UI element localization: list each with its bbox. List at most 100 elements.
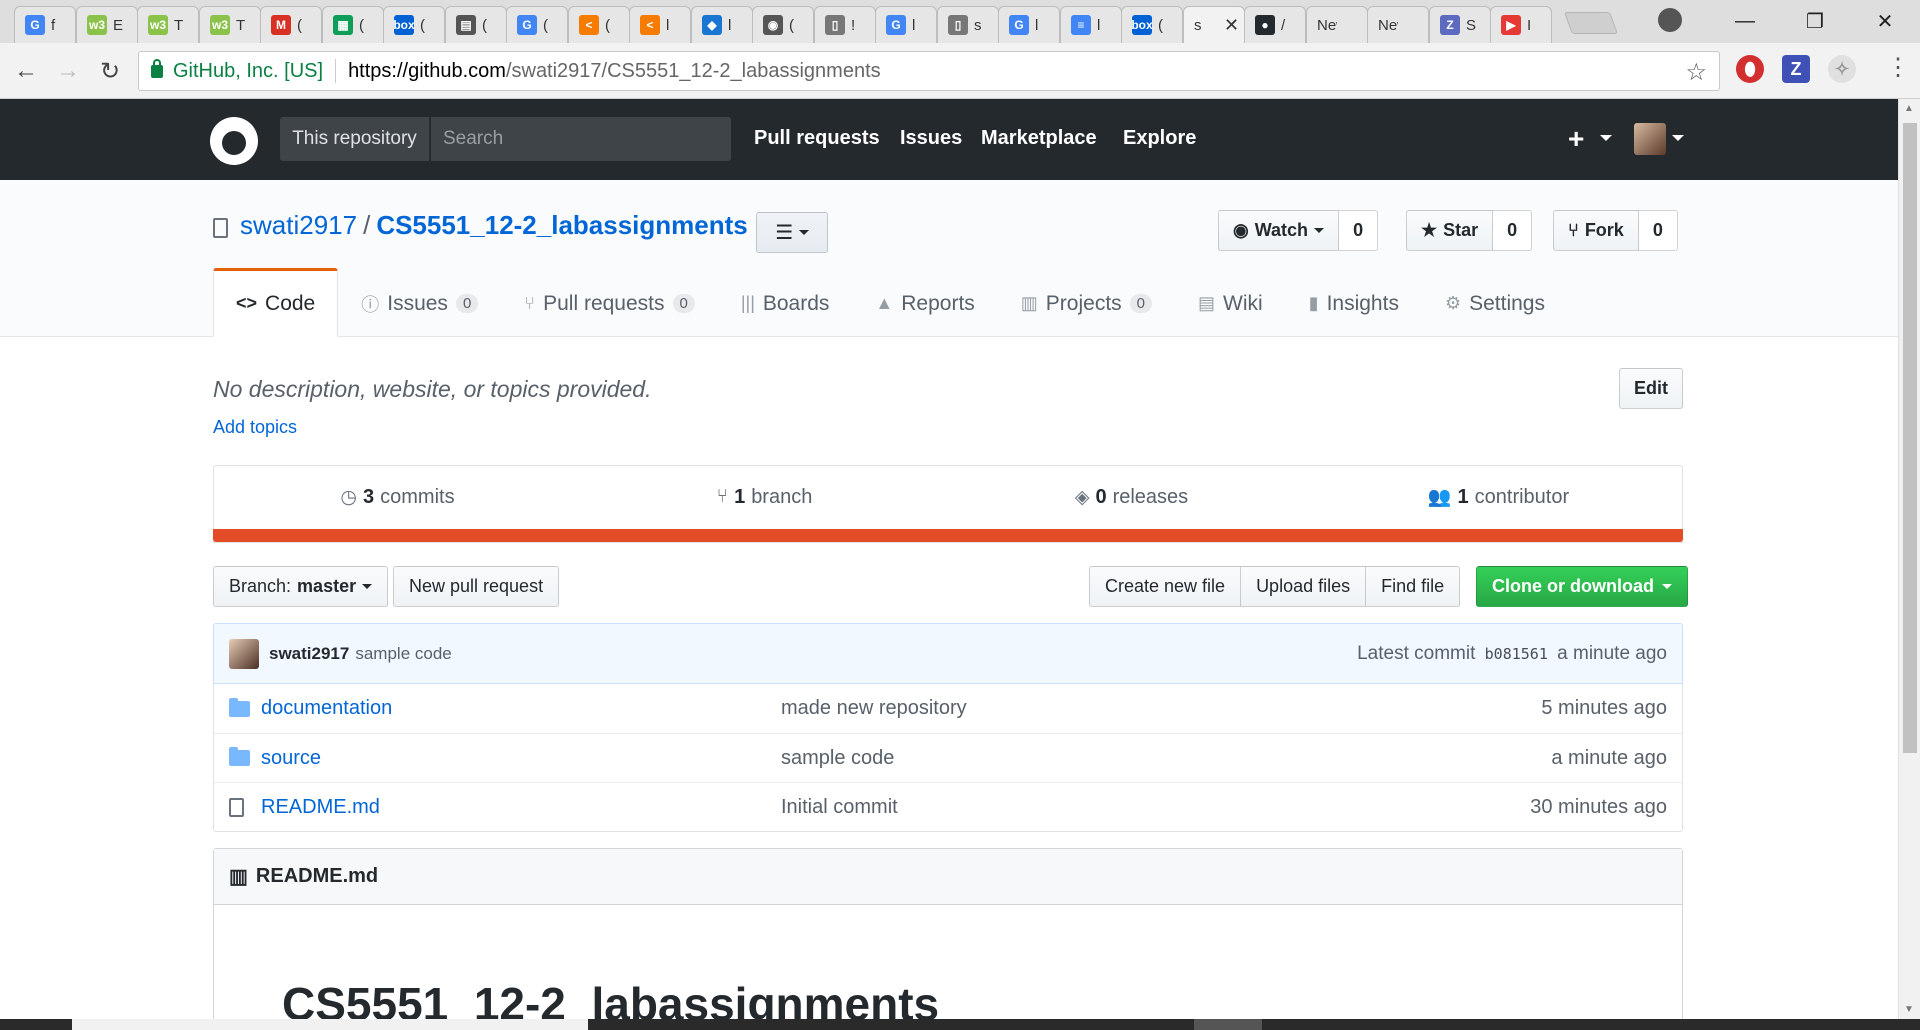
- browser-menu-icon[interactable]: ⋮: [1886, 53, 1910, 82]
- reload-icon[interactable]: ↻: [94, 55, 126, 87]
- browser-tab[interactable]: New: [1367, 6, 1429, 43]
- github-logo-icon[interactable]: [210, 117, 258, 165]
- browser-tab[interactable]: <(: [568, 6, 630, 43]
- browser-tab[interactable]: ▦(: [322, 6, 384, 43]
- file-commit-message[interactable]: sample code: [781, 747, 1551, 770]
- browser-tab[interactable]: Gl: [875, 6, 937, 43]
- back-icon[interactable]: ←: [10, 55, 42, 87]
- browser-tab[interactable]: < l: [629, 6, 691, 43]
- tab-wiki[interactable]: ▤ Wiki: [1175, 268, 1286, 337]
- star-button[interactable]: ★ Star: [1406, 210, 1494, 251]
- nav-marketplace[interactable]: Marketplace: [981, 127, 1097, 150]
- browser-tab[interactable]: G(: [506, 6, 568, 43]
- tab-code[interactable]: <> Code: [213, 268, 339, 337]
- new-tab-button[interactable]: [1563, 12, 1619, 34]
- clone-or-download-button[interactable]: Clone or download: [1476, 566, 1688, 607]
- tab-boards[interactable]: ||| Boards: [718, 268, 853, 337]
- fork-label: Fork: [1584, 220, 1624, 240]
- fork-button[interactable]: ⑂ Fork: [1553, 210, 1639, 251]
- branch-select-button[interactable]: Branch: master: [213, 566, 389, 607]
- browser-tab[interactable]: ◆ l: [691, 6, 753, 43]
- tab-settings[interactable]: ⚙ Settings: [1422, 268, 1568, 337]
- commit-sha[interactable]: b081561: [1485, 645, 1548, 663]
- fork-count[interactable]: 0: [1638, 210, 1678, 251]
- scroll-up-icon[interactable]: ▲: [1904, 103, 1914, 114]
- browser-tab[interactable]: ◉(: [752, 6, 814, 43]
- nav-pull-requests[interactable]: Pull requests: [754, 127, 880, 150]
- forward-icon[interactable]: →: [52, 55, 84, 87]
- search-input[interactable]: [431, 117, 731, 161]
- watch-group: ◉ Watch 0: [1218, 210, 1379, 251]
- tab-reports[interactable]: ▲ Reports: [852, 268, 997, 337]
- tab-title: f: [51, 16, 56, 34]
- language-bar[interactable]: [213, 529, 1683, 542]
- file-name-link[interactable]: source: [261, 747, 781, 770]
- user-avatar[interactable]: [1634, 123, 1666, 155]
- scrollbar-thumb[interactable]: [1903, 123, 1917, 753]
- tab-title: l: [666, 16, 670, 34]
- nav-issues[interactable]: Issues: [900, 127, 962, 150]
- bookmark-star-icon[interactable]: ☆: [1685, 58, 1707, 87]
- adblock-extension-icon[interactable]: ⬮: [1736, 55, 1764, 83]
- window-close-button[interactable]: ✕: [1850, 0, 1920, 43]
- window-minimize-button[interactable]: —: [1710, 0, 1780, 43]
- star-count[interactable]: 0: [1493, 210, 1533, 251]
- user-menu-caret-icon[interactable]: [1672, 135, 1684, 141]
- file-name-link[interactable]: documentation: [261, 697, 781, 720]
- browser-tab[interactable]: w3 T: [199, 6, 261, 43]
- browser-tab[interactable]: w3 T: [137, 6, 199, 43]
- repo-name-link[interactable]: CS5551_12-2_labassignments: [376, 210, 747, 240]
- tab-close-icon[interactable]: ✕: [1224, 15, 1239, 36]
- repo-header: swati2917/CS5551_12-2_labassignments ☰ ◉…: [0, 180, 1898, 337]
- find-file-button[interactable]: Find file: [1365, 566, 1461, 607]
- vertical-scrollbar[interactable]: ▲ ▼: [1898, 99, 1920, 1019]
- browser-tab[interactable]: s ✕: [1183, 6, 1245, 43]
- commit-message[interactable]: sample code: [355, 644, 451, 664]
- browser-tab[interactable]: ▤(: [445, 6, 507, 43]
- taskbar-strip: [0, 1019, 1920, 1030]
- window-maximize-button[interactable]: ❐: [1780, 0, 1850, 43]
- file-commit-message[interactable]: Initial commit: [781, 796, 1530, 819]
- browser-tab[interactable]: ▯!: [814, 6, 876, 43]
- watch-button[interactable]: ◉ Watch: [1218, 210, 1340, 251]
- browser-tab[interactable]: M(: [260, 6, 322, 43]
- repo-list-menu-button[interactable]: ☰: [756, 212, 828, 253]
- create-new-icon[interactable]: +: [1568, 123, 1584, 155]
- edit-description-button[interactable]: Edit: [1619, 368, 1683, 409]
- browser-tab[interactable]: box (: [383, 6, 445, 43]
- new-pull-request-button[interactable]: New pull request: [393, 566, 560, 607]
- browser-tab[interactable]: ≡ l: [1060, 6, 1122, 43]
- tab-projects[interactable]: ▥ Projects 0: [998, 268, 1175, 337]
- tab-issues[interactable]: ⓘ Issues 0: [338, 268, 501, 337]
- scroll-down-icon[interactable]: ▼: [1904, 1004, 1914, 1015]
- upload-files-button[interactable]: Upload files: [1240, 566, 1367, 607]
- file-name-link[interactable]: README.md: [261, 796, 781, 819]
- browser-tab[interactable]: Gl: [998, 6, 1060, 43]
- file-type: [229, 797, 251, 817]
- browser-profile-icon[interactable]: [1658, 8, 1682, 32]
- watch-count[interactable]: 0: [1339, 210, 1379, 251]
- tab-insights[interactable]: ▮ Insights: [1286, 268, 1422, 337]
- tab-favicon-icon: ▦: [333, 15, 353, 35]
- browser-tab[interactable]: box (: [1121, 6, 1183, 43]
- tab-pull-requests[interactable]: ⑂ Pull requests 0: [501, 268, 718, 337]
- file-commit-message[interactable]: made new repository: [781, 697, 1541, 720]
- browser-tab[interactable]: ● /: [1244, 6, 1306, 43]
- browser-tab[interactable]: Gf: [14, 6, 76, 43]
- nav-explore[interactable]: Explore: [1123, 127, 1196, 150]
- commit-author[interactable]: swati2917: [269, 644, 349, 664]
- zotero-extension-icon[interactable]: Z: [1782, 55, 1810, 83]
- create-new-file-button[interactable]: Create new file: [1089, 566, 1242, 607]
- browser-tab[interactable]: ▶ I: [1490, 6, 1552, 43]
- extension-icon[interactable]: ✧: [1828, 55, 1856, 83]
- repo-owner-link[interactable]: swati2917: [240, 210, 357, 240]
- browser-tab[interactable]: ZS: [1429, 6, 1491, 43]
- browser-tab[interactable]: New: [1306, 6, 1368, 43]
- add-topics-link[interactable]: Add topics: [213, 417, 297, 438]
- create-new-caret-icon[interactable]: [1600, 135, 1612, 141]
- page-viewport: This repository Pull requests Issues Mar…: [0, 99, 1898, 1019]
- browser-tab[interactable]: w3 E: [76, 6, 138, 43]
- browser-tab[interactable]: ▯ s: [937, 6, 999, 43]
- address-bar[interactable]: GitHub, Inc. [US] https://github.com/swa…: [138, 51, 1720, 91]
- commit-author-avatar[interactable]: [229, 638, 259, 669]
